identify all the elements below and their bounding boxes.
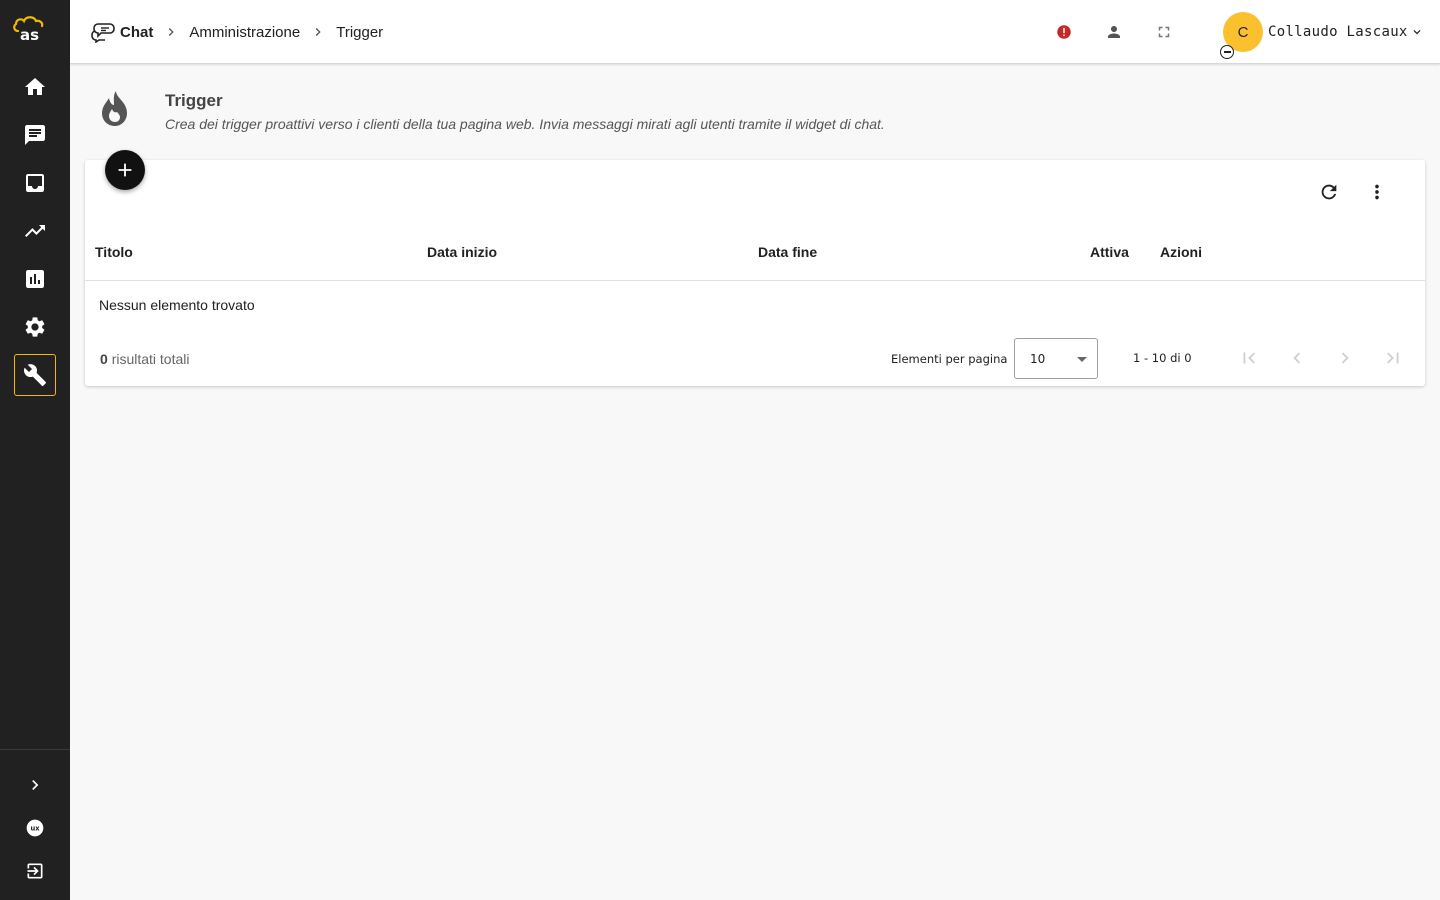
wrench-icon — [23, 364, 46, 386]
breadcrumb-item-administration[interactable]: Amministrazione — [189, 24, 300, 41]
avatar: C — [1220, 12, 1263, 59]
chevron-right-icon — [315, 28, 321, 36]
top-bar: Chat Amministrazione Trigger C Collaudo … — [70, 0, 1440, 64]
column-header-end-date[interactable]: Data fine — [758, 244, 817, 260]
user-menu[interactable]: C Collaudo Lascaux — [1220, 12, 1424, 59]
logout-icon — [27, 863, 43, 879]
sidebar-item-settings[interactable] — [14, 306, 56, 348]
fullscreen-button[interactable] — [1152, 20, 1176, 44]
sidebar: as UX — [0, 0, 70, 900]
chevron-right-icon — [169, 28, 175, 36]
more-vertical-icon — [1375, 184, 1379, 200]
last-page-icon — [1387, 352, 1399, 364]
sidebar-item-home[interactable] — [14, 66, 56, 108]
table-header: Titolo Data inizio Data fine Attiva Azio… — [85, 232, 1425, 281]
chevron-right-icon — [1341, 352, 1349, 364]
sidebar-item-reports[interactable] — [14, 258, 56, 300]
trigger-table-card: Titolo Data inizio Data fine Attiva Azio… — [85, 160, 1425, 386]
person-icon — [1108, 26, 1120, 38]
chat-bubbles-icon — [91, 23, 115, 43]
fullscreen-icon — [1158, 26, 1170, 38]
plus-icon — [118, 163, 132, 177]
refresh-icon — [1321, 184, 1337, 200]
fire-icon — [102, 91, 127, 126]
chevron-left-icon — [1293, 352, 1301, 364]
sidebar-item-ux[interactable]: UX — [14, 807, 56, 849]
sidebar-expand-button[interactable] — [14, 764, 56, 806]
sidebar-item-trends[interactable] — [14, 210, 56, 252]
bar-chart-icon — [26, 270, 44, 288]
previous-page-button[interactable] — [1285, 346, 1309, 370]
add-trigger-button[interactable] — [105, 150, 145, 190]
profile-button[interactable] — [1102, 20, 1126, 44]
sidebar-divider — [0, 749, 70, 750]
user-name: Collaudo Lascaux — [1268, 24, 1408, 40]
refresh-button[interactable] — [1317, 180, 1341, 204]
avatar-initial: C — [1237, 23, 1249, 41]
dropdown-arrow-icon — [1077, 357, 1087, 362]
sidebar-item-chat[interactable] — [14, 114, 56, 156]
message-icon — [25, 125, 45, 145]
per-page-value: 10 — [1030, 352, 1046, 366]
ux-icon: UX — [26, 819, 44, 837]
per-page-select[interactable]: 10 — [1014, 338, 1098, 379]
breadcrumb: Chat Amministrazione Trigger — [90, 0, 383, 64]
column-header-actions: Azioni — [1160, 244, 1202, 260]
total-results-count: 0 — [100, 351, 108, 367]
trending-up-icon — [25, 225, 45, 237]
total-results: 0 risultati totali — [100, 351, 190, 367]
per-page-label: Elementi per pagina — [891, 352, 1008, 366]
logo-text: as — [20, 26, 39, 44]
column-header-start-date[interactable]: Data inizio — [427, 244, 497, 260]
alert-icon — [1057, 25, 1071, 39]
column-header-title[interactable]: Titolo — [95, 244, 133, 260]
chevron-right-icon — [32, 780, 39, 790]
alert-button[interactable] — [1052, 20, 1076, 44]
breadcrumb-item-trigger: Trigger — [336, 23, 384, 41]
first-page-icon — [1243, 352, 1255, 364]
first-page-button[interactable] — [1237, 346, 1261, 370]
app-logo[interactable]: as — [12, 14, 56, 44]
last-page-button[interactable] — [1381, 346, 1405, 370]
sidebar-logout-button[interactable] — [14, 850, 56, 892]
pagination-range: 1 - 10 di 0 — [1133, 351, 1192, 365]
total-results-label: risultati totali — [111, 351, 190, 367]
column-header-active[interactable]: Attiva — [1090, 244, 1129, 260]
sidebar-item-inbox[interactable] — [14, 162, 56, 204]
gear-icon — [25, 317, 45, 337]
inbox-icon — [26, 174, 44, 192]
page-title: Trigger — [165, 91, 223, 110]
breadcrumb-item-chat[interactable]: Chat — [120, 24, 153, 41]
next-page-button[interactable] — [1333, 346, 1357, 370]
ux-icon-label: UX — [30, 825, 40, 833]
empty-table-message: Nessun elemento trovato — [99, 297, 255, 313]
page-subtitle: Crea dei trigger proattivi verso i clien… — [165, 116, 885, 132]
presence-status-icon — [1220, 45, 1234, 59]
more-options-button[interactable] — [1365, 180, 1389, 204]
home-icon — [25, 78, 45, 95]
sidebar-item-administration[interactable] — [14, 354, 56, 396]
chevron-down-icon — [1413, 30, 1421, 35]
